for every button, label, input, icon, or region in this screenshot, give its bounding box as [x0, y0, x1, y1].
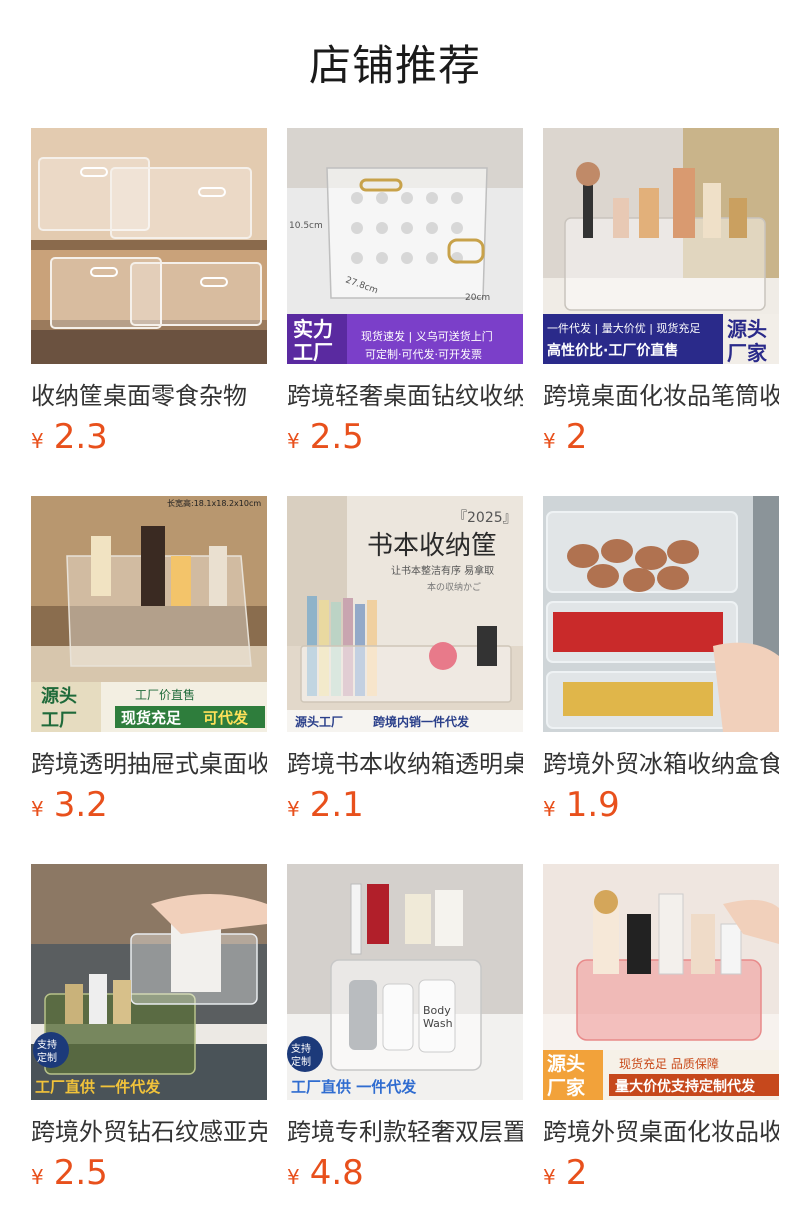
price-amount: 2.1	[309, 785, 364, 825]
product-name[interactable]: 跨境外贸冰箱收纳盒食	[543, 747, 779, 781]
image-label: 20cm	[465, 293, 490, 303]
product-price: ¥ 2.5	[287, 414, 364, 460]
product-image[interactable]: Body Wash 支持 定制 工厂直供 一件代发	[287, 864, 523, 1100]
image-label: Body	[423, 1004, 451, 1017]
image-label: 10.5cm	[289, 221, 323, 231]
badge-text: 定制	[37, 1051, 57, 1064]
banner-text: 源头工厂	[295, 714, 343, 729]
product-card[interactable]: 10.5cm 27.8cm 20cm 实力 工厂 现货速发 | 义乌可送货上门 …	[287, 128, 523, 496]
image-title: 书本收纳筐	[367, 531, 497, 561]
banner-text: 可定制·可代发·可开发票	[365, 347, 482, 361]
badge-text: 定制	[291, 1055, 311, 1068]
product-price: ¥ 2.1	[287, 782, 364, 828]
banner-text: 工厂直供 一件代发	[35, 1078, 161, 1096]
product-name[interactable]: 跨境轻奢桌面钻纹收纳	[287, 379, 523, 413]
product-price: ¥ 4.8	[287, 1150, 364, 1196]
banner-text: 现货速发 | 义乌可送货上门	[361, 329, 493, 343]
price-amount: 2.5	[309, 417, 364, 457]
product-card[interactable]: Body Wash 支持 定制 工厂直供 一件代发 跨境专利款轻奢双层置 ¥ 4…	[287, 864, 523, 1232]
badge-text: 支持	[37, 1038, 57, 1051]
image-label: Wash	[423, 1017, 453, 1030]
product-price: ¥ 2	[543, 414, 587, 460]
price-amount: 1.9	[565, 785, 620, 825]
price-amount: 2	[565, 1153, 588, 1193]
product-image[interactable]	[543, 496, 779, 732]
badge-text: 支持	[291, 1042, 311, 1055]
price-amount: 4.8	[309, 1153, 364, 1193]
currency-symbol: ¥	[287, 1165, 300, 1189]
banner-text: 现货充足 品质保障	[619, 1056, 719, 1071]
banner-text: 工厂	[293, 340, 333, 364]
currency-symbol: ¥	[31, 429, 44, 453]
banner-text: 源头	[727, 317, 767, 341]
currency-symbol: ¥	[31, 797, 44, 821]
banner-text: 源头	[41, 685, 77, 707]
banner-text: 现货充足	[121, 709, 182, 727]
product-image[interactable]: 『2025』 书本收纳筐 让书本整洁有序 易拿取 本の収纳かご 源头工厂 跨境内…	[287, 496, 523, 732]
banner-text: 可代发	[203, 709, 249, 727]
product-price: ¥ 2	[543, 1150, 587, 1196]
product-name[interactable]: 收纳筐桌面零食杂物	[31, 379, 267, 413]
price-amount: 2	[565, 417, 588, 457]
product-card[interactable]: 收纳筐桌面零食杂物 ¥ 2.3	[31, 128, 267, 496]
product-card[interactable]: 源头 厂家 现货充足 品质保障 量大价优支持定制代发 跨境外贸桌面化妆品收 ¥ …	[543, 864, 779, 1232]
banner-text: 源头	[547, 1052, 585, 1075]
price-amount: 2.3	[53, 417, 108, 457]
currency-symbol: ¥	[287, 429, 300, 453]
product-image[interactable]: 一件代发 | 量大价优 | 现货充足 源头 厂家 高性价比·工厂价直售	[543, 128, 779, 364]
banner-text: 高性价比·工厂价直售	[547, 342, 678, 359]
page-title: 店铺推荐	[308, 41, 481, 90]
product-name[interactable]: 跨境透明抽屉式桌面收	[31, 747, 267, 781]
banner-text: 厂家	[727, 341, 768, 364]
product-name[interactable]: 跨境桌面化妆品笔筒收	[543, 379, 779, 413]
product-price: ¥ 2.3	[31, 414, 108, 460]
price-amount: 3.2	[53, 785, 108, 825]
banner-text: 厂家	[547, 1076, 586, 1099]
product-price: ¥ 2.5	[31, 1150, 108, 1196]
product-image[interactable]: 源头 厂家 现货充足 品质保障 量大价优支持定制代发	[543, 864, 779, 1100]
product-name[interactable]: 跨境外贸桌面化妆品收	[543, 1115, 779, 1149]
currency-symbol: ¥	[543, 797, 556, 821]
product-card[interactable]: 长宽高:18.1x18.2x10cm 源头 工厂 工厂价直售 现货充足 可代发 …	[31, 496, 267, 864]
product-name[interactable]: 跨境书本收纳箱透明桌	[287, 747, 523, 781]
price-amount: 2.5	[53, 1153, 108, 1193]
product-card[interactable]: 一件代发 | 量大价优 | 现货充足 源头 厂家 高性价比·工厂价直售 跨境桌面…	[543, 128, 779, 496]
product-image[interactable]: 长宽高:18.1x18.2x10cm 源头 工厂 工厂价直售 现货充足 可代发	[31, 496, 267, 732]
banner-text: 工厂	[41, 710, 77, 731]
product-name[interactable]: 跨境专利款轻奢双层置	[287, 1115, 523, 1149]
currency-symbol: ¥	[287, 797, 300, 821]
banner-text: 工厂直供 一件代发	[291, 1078, 417, 1096]
product-card[interactable]: 跨境外贸冰箱收纳盒食 ¥ 1.9	[543, 496, 779, 864]
product-price: ¥ 1.9	[543, 782, 620, 828]
image-label: 让书本整洁有序 易拿取	[391, 564, 494, 577]
product-card[interactable]: 『2025』 书本收纳筐 让书本整洁有序 易拿取 本の収纳かご 源头工厂 跨境内…	[287, 496, 523, 864]
image-label: 长宽高:18.1x18.2x10cm	[167, 498, 261, 508]
product-grid: 收纳筐桌面零食杂物 ¥ 2.3 10.5cm 27.8cm 20cm 实力 工厂…	[31, 128, 779, 1232]
banner-text: 工厂价直售	[135, 687, 195, 702]
product-image[interactable]: 10.5cm 27.8cm 20cm 实力 工厂 现货速发 | 义乌可送货上门 …	[287, 128, 523, 364]
image-label: 本の収纳かご	[427, 581, 481, 593]
product-image[interactable]	[31, 128, 267, 364]
product-name[interactable]: 跨境外贸钻石纹感亚克	[31, 1115, 267, 1149]
currency-symbol: ¥	[543, 429, 556, 453]
product-image[interactable]: 支持 定制 工厂直供 一件代发	[31, 864, 267, 1100]
banner-text: 一件代发 | 量大价优 | 现货充足	[547, 321, 700, 335]
currency-symbol: ¥	[543, 1165, 556, 1189]
banner-text: 实力	[293, 317, 333, 341]
currency-symbol: ¥	[31, 1165, 44, 1189]
product-card[interactable]: 支持 定制 工厂直供 一件代发 跨境外贸钻石纹感亚克 ¥ 2.5	[31, 864, 267, 1232]
product-price: ¥ 3.2	[31, 782, 108, 828]
banner-text: 量大价优支持定制代发	[615, 1078, 756, 1095]
banner-text: 跨境内销一件代发	[373, 714, 470, 729]
image-label: 『2025』	[453, 510, 517, 526]
